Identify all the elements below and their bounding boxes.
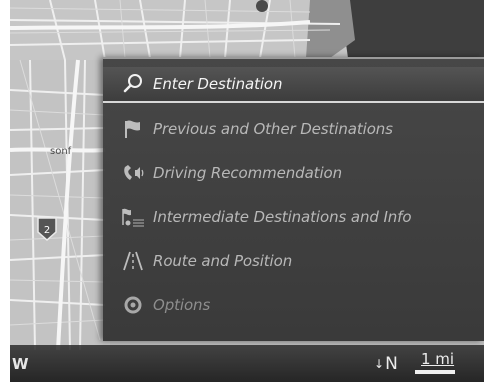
svg-text:2: 2 [44, 225, 50, 236]
menu-item-label: Route and Position [153, 252, 293, 270]
north-label: N [385, 354, 398, 374]
menu-item-options[interactable]: Options [103, 287, 484, 323]
menu-item-intermediate-destinations[interactable]: Intermediate Destinations and Info [103, 199, 484, 235]
flag-icon [115, 111, 151, 147]
menu-item-label: Intermediate Destinations and Info [153, 208, 412, 226]
place-label: sonf [50, 146, 72, 157]
gear-icon [115, 287, 151, 323]
menu-item-label: Previous and Other Destinations [153, 120, 393, 138]
phone-voice-icon [115, 155, 151, 191]
road-icon [115, 243, 151, 279]
menu-item-label: Enter Destination [153, 75, 283, 93]
menu-item-route-position[interactable]: Route and Position [103, 243, 484, 279]
menu-item-enter-destination[interactable]: Enter Destination [103, 67, 484, 103]
scale-label: 1 mi [421, 350, 455, 368]
menu-item-label: Options [153, 296, 211, 314]
navigation-menu: Enter Destination Previous and Other Des… [103, 57, 484, 341]
map-scale[interactable]: 1 mi [415, 350, 459, 376]
search-icon [115, 66, 151, 102]
north-arrow-icon: ↓ [374, 357, 385, 371]
navigation-screen: 2 sonf Enter Destination Previous and Ot… [10, 0, 484, 382]
menu-item-label: Driving Recommendation [153, 164, 343, 182]
waypoints-icon [115, 199, 151, 235]
menu-item-driving-recommendation[interactable]: Driving Recommendation [103, 155, 484, 191]
scale-bar [415, 370, 455, 374]
menu-item-previous-destinations[interactable]: Previous and Other Destinations [103, 111, 484, 147]
north-indicator[interactable]: ↓ N [374, 354, 398, 374]
heading-indicator: W [12, 355, 29, 373]
map-status-bar [10, 345, 484, 382]
